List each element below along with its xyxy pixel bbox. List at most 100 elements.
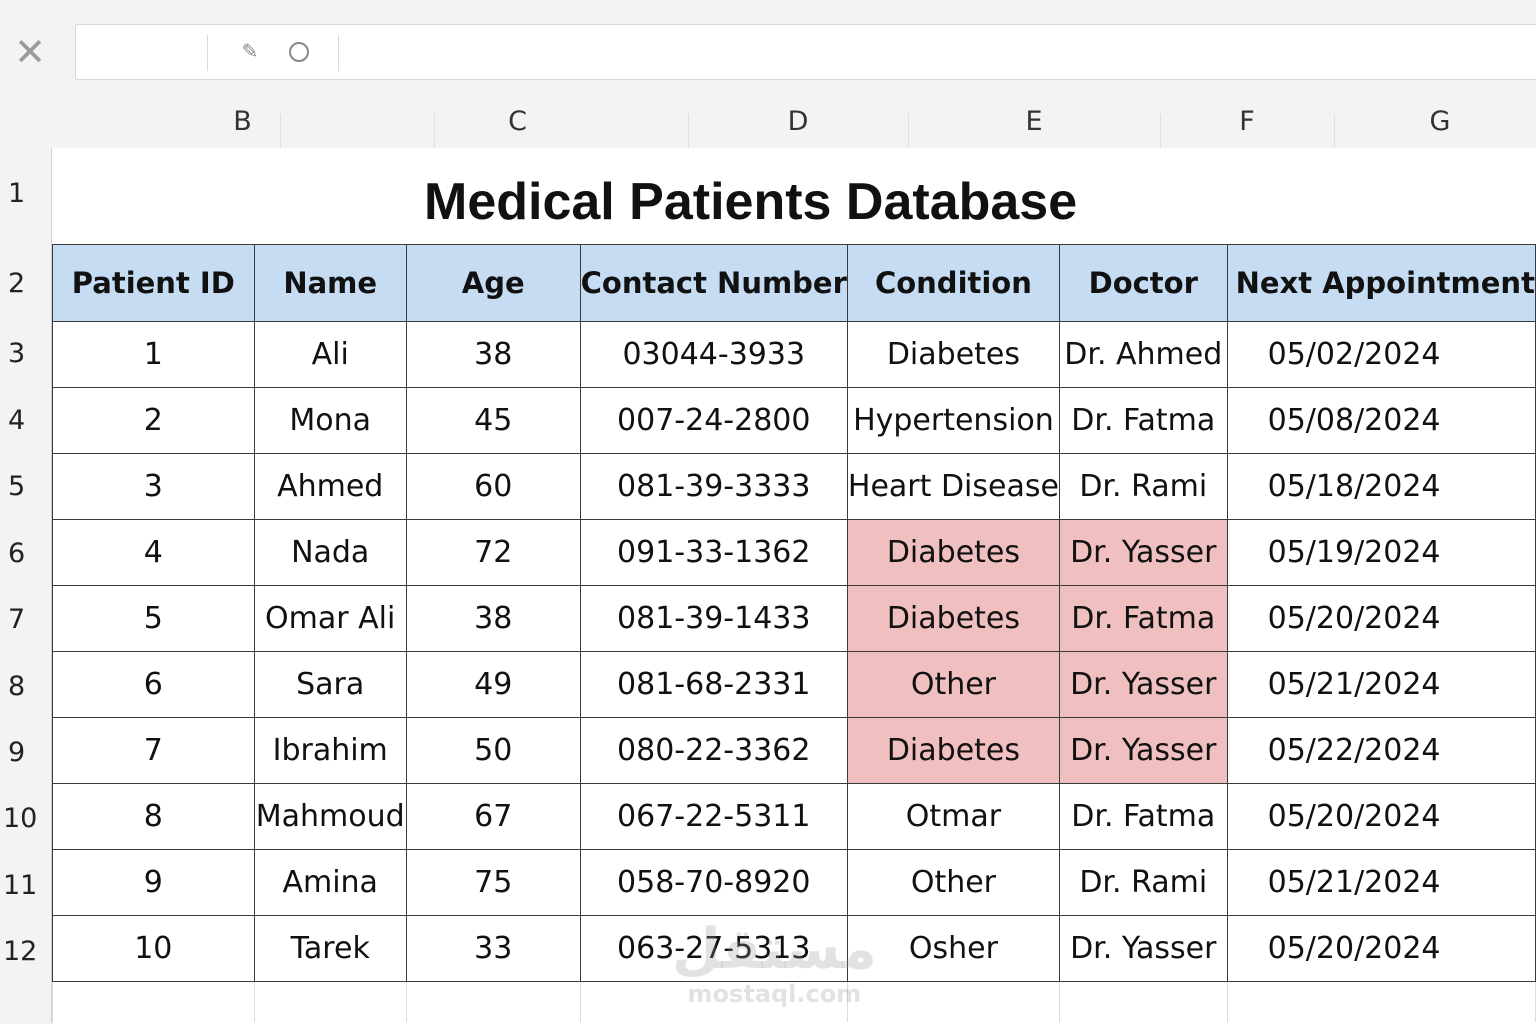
cell-patient-id[interactable]: 2 xyxy=(52,387,255,454)
cell-age[interactable]: 50 xyxy=(405,717,581,784)
cell-patient-id[interactable]: 3 xyxy=(52,453,255,520)
name-box[interactable] xyxy=(76,25,208,79)
cell-name[interactable]: Ali xyxy=(253,321,407,388)
header-cell-doctor[interactable]: Doctor xyxy=(1058,244,1228,322)
cell-age[interactable]: 38 xyxy=(405,321,581,388)
cell-contact-number[interactable]: 067-22-5311 xyxy=(579,783,848,850)
cell-name[interactable]: Nada xyxy=(253,519,407,586)
cell-contact-number[interactable]: 007-24-2800 xyxy=(579,387,848,454)
cell-condition[interactable]: Diabetes xyxy=(846,717,1060,784)
header-cell-age[interactable]: Age xyxy=(405,244,581,322)
column-header-d[interactable]: D xyxy=(688,86,908,148)
cell-doctor[interactable]: Dr. Yasser xyxy=(1058,915,1228,982)
cell-condition[interactable]: Heart Disease xyxy=(846,453,1060,520)
empty-cell[interactable] xyxy=(579,981,848,1022)
cell-next-appointment[interactable]: 05/20/2024 xyxy=(1226,783,1536,850)
empty-cell[interactable] xyxy=(846,981,1060,1022)
column-divider[interactable] xyxy=(1160,114,1161,148)
cell-name[interactable]: Mona xyxy=(253,387,407,454)
empty-cell[interactable] xyxy=(1226,981,1536,1022)
cell-patient-id[interactable]: 7 xyxy=(52,717,255,784)
column-header-c[interactable]: C xyxy=(434,86,601,148)
column-header-g[interactable]: G xyxy=(1334,86,1536,148)
row-header-6[interactable]: 6 xyxy=(0,538,40,569)
cell-doctor[interactable]: Dr. Ahmed xyxy=(1058,321,1228,388)
column-divider[interactable] xyxy=(1334,114,1335,148)
cell-contact-number[interactable]: 091-33-1362 xyxy=(579,519,848,586)
cell-next-appointment[interactable]: 05/20/2024 xyxy=(1226,915,1536,982)
cell-patient-id[interactable]: 9 xyxy=(52,849,255,916)
cell-age[interactable]: 45 xyxy=(405,387,581,454)
pencil-icon[interactable]: ✎ xyxy=(236,37,264,65)
row-header-11[interactable]: 11 xyxy=(0,870,40,901)
cell-next-appointment[interactable]: 05/19/2024 xyxy=(1226,519,1536,586)
cell-name[interactable]: Ahmed xyxy=(253,453,407,520)
cell-name[interactable]: Amina xyxy=(253,849,407,916)
cell-doctor[interactable]: Dr. Yasser xyxy=(1058,717,1228,784)
cell-condition[interactable]: Otmar xyxy=(846,783,1060,850)
column-divider[interactable] xyxy=(434,114,435,148)
cell-age[interactable]: 72 xyxy=(405,519,581,586)
cell-next-appointment[interactable]: 05/22/2024 xyxy=(1226,717,1536,784)
row-header-3[interactable]: 3 xyxy=(0,338,40,369)
cell-patient-id[interactable]: 1 xyxy=(52,321,255,388)
cell-doctor[interactable]: Dr. Yasser xyxy=(1058,519,1228,586)
cell-patient-id[interactable]: 5 xyxy=(52,585,255,652)
cell-condition[interactable]: Diabetes xyxy=(846,321,1060,388)
cell-next-appointment[interactable]: 05/08/2024 xyxy=(1226,387,1536,454)
header-cell-name[interactable]: Name xyxy=(253,244,407,322)
cell-age[interactable]: 49 xyxy=(405,651,581,718)
row-header-7[interactable]: 7 xyxy=(0,604,40,635)
empty-cell[interactable] xyxy=(52,981,255,1022)
circle-icon[interactable] xyxy=(289,42,309,62)
header-cell-next-appointment[interactable]: Next Appointment xyxy=(1226,244,1536,322)
cell-condition[interactable]: Hypertension xyxy=(846,387,1060,454)
column-header-f[interactable]: F xyxy=(1160,86,1334,148)
cell-contact-number[interactable]: 03044-3933 xyxy=(579,321,848,388)
column-header-b[interactable]: B xyxy=(51,86,434,148)
cell-name[interactable]: Sara xyxy=(253,651,407,718)
empty-cell[interactable] xyxy=(1058,981,1228,1022)
cell-next-appointment[interactable]: 05/21/2024 xyxy=(1226,651,1536,718)
header-cell-condition[interactable]: Condition xyxy=(846,244,1060,322)
cell-name[interactable]: Mahmoud xyxy=(253,783,407,850)
empty-cell[interactable] xyxy=(405,981,581,1022)
row-header-1[interactable]: 1 xyxy=(0,178,40,209)
cell-doctor[interactable]: Dr. Yasser xyxy=(1058,651,1228,718)
cell-doctor[interactable]: Dr. Fatma xyxy=(1058,387,1228,454)
cell-name[interactable]: Omar Ali xyxy=(253,585,407,652)
row-header-2[interactable]: 2 xyxy=(0,268,40,299)
column-header-e[interactable]: E xyxy=(908,86,1160,148)
cell-contact-number[interactable]: 058-70-8920 xyxy=(579,849,848,916)
cell-name[interactable]: Ibrahim xyxy=(253,717,407,784)
row-header-4[interactable]: 4 xyxy=(0,405,40,436)
cell-condition[interactable]: Osher xyxy=(846,915,1060,982)
cell-age[interactable]: 33 xyxy=(405,915,581,982)
header-cell-patient-id[interactable]: Patient ID xyxy=(52,244,255,322)
cell-patient-id[interactable]: 6 xyxy=(52,651,255,718)
cell-condition[interactable]: Diabetes xyxy=(846,519,1060,586)
cell-contact-number[interactable]: 063-27-5313 xyxy=(579,915,848,982)
cell-doctor[interactable]: Dr. Rami xyxy=(1058,849,1228,916)
row-header-9[interactable]: 9 xyxy=(0,737,40,768)
cell-age[interactable]: 38 xyxy=(405,585,581,652)
cell-doctor[interactable]: Dr. Rami xyxy=(1058,453,1228,520)
row-header-8[interactable]: 8 xyxy=(0,671,40,702)
cell-condition[interactable]: Other xyxy=(846,651,1060,718)
header-cell-contact-number[interactable]: Contact Number xyxy=(579,244,848,322)
cell-patient-id[interactable]: 8 xyxy=(52,783,255,850)
cell-age[interactable]: 75 xyxy=(405,849,581,916)
formula-input[interactable] xyxy=(351,25,1536,79)
cell-patient-id[interactable]: 10 xyxy=(52,915,255,982)
column-divider[interactable] xyxy=(280,114,281,148)
cell-condition[interactable]: Other xyxy=(846,849,1060,916)
cell-contact-number[interactable]: 081-68-2331 xyxy=(579,651,848,718)
cell-contact-number[interactable]: 081-39-1433 xyxy=(579,585,848,652)
cell-next-appointment[interactable]: 05/20/2024 xyxy=(1226,585,1536,652)
row-header-12[interactable]: 12 xyxy=(0,936,40,967)
cell-age[interactable]: 67 xyxy=(405,783,581,850)
column-divider[interactable] xyxy=(688,114,689,148)
cell-doctor[interactable]: Dr. Fatma xyxy=(1058,585,1228,652)
cell-patient-id[interactable]: 4 xyxy=(52,519,255,586)
cell-next-appointment[interactable]: 05/02/2024 xyxy=(1226,321,1536,388)
